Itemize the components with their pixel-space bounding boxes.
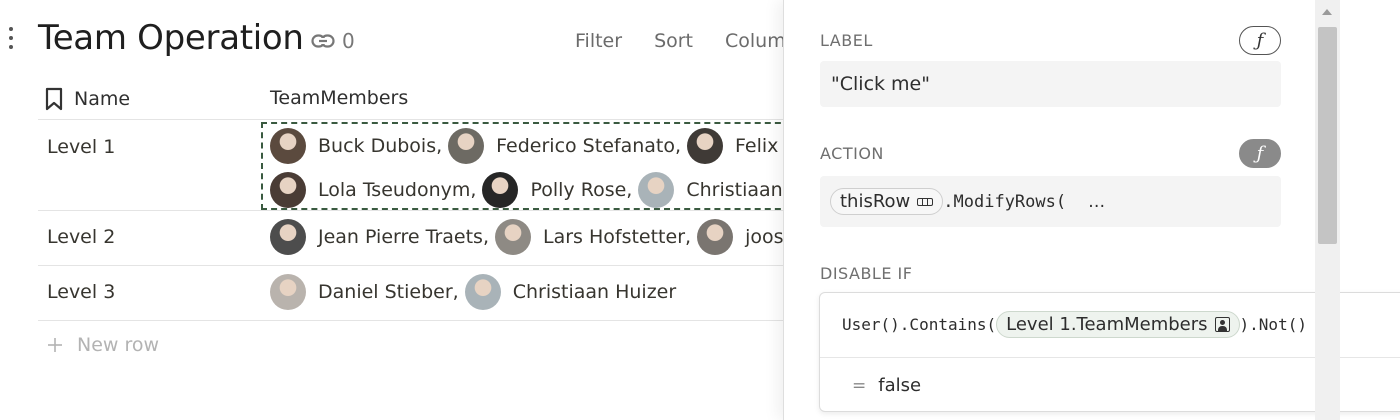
button-properties-panel: LABEL ƒ "Click me" ACTION ƒ thisRow .Mod… xyxy=(783,0,1400,420)
new-row-label: New row xyxy=(77,334,160,356)
row-name-level-1[interactable]: Level 1 xyxy=(47,136,115,158)
row-name-level-3[interactable]: Level 3 xyxy=(47,281,115,303)
column-header-name[interactable]: Name xyxy=(44,87,130,111)
formula-suffix: ).Not() xyxy=(1239,315,1307,334)
label-input[interactable]: "Click me" xyxy=(820,61,1281,107)
formula-prefix: User().Contains( xyxy=(842,315,997,334)
team-members-cell-level-2[interactable]: Jean Pierre Traets, Lars Hofstetter, joo… xyxy=(270,219,790,255)
link-count-value: 0 xyxy=(342,29,355,53)
separator: , xyxy=(685,226,692,248)
disable-if-section-heading: DISABLE IF xyxy=(820,264,913,283)
disable-if-formula-editor[interactable]: User().Contains( Level 1.TeamMembers ).N… xyxy=(819,292,1400,412)
filter-button[interactable]: Filter xyxy=(575,30,622,52)
avatar xyxy=(464,274,501,310)
row-divider xyxy=(38,265,790,266)
scroll-up-arrow-icon[interactable] xyxy=(1322,9,1332,15)
row-icon xyxy=(917,197,934,206)
function-icon: ƒ xyxy=(1256,143,1264,164)
formula-result-value: false xyxy=(878,375,922,396)
person-icon xyxy=(1214,317,1230,332)
team-members-chip[interactable]: Level 1.TeamMembers xyxy=(996,311,1240,338)
action-section-heading: ACTION xyxy=(820,144,884,163)
member-chip[interactable]: Christiaan Huizer xyxy=(464,274,682,310)
header-divider xyxy=(38,119,790,120)
label-formula-toggle[interactable]: ƒ xyxy=(1239,26,1281,55)
sort-button[interactable]: Sort xyxy=(654,30,693,52)
action-ellipsis: … xyxy=(1088,191,1106,212)
separator: , xyxy=(482,226,489,248)
equals-sign: = xyxy=(852,375,867,396)
avatar xyxy=(697,219,734,255)
disable-if-formula[interactable]: User().Contains( Level 1.TeamMembers ).N… xyxy=(842,311,1307,338)
member-chip[interactable]: Jean Pierre Traets, xyxy=(270,219,495,255)
new-row-button[interactable]: New row xyxy=(47,334,159,356)
member-name: Daniel Stieber xyxy=(318,281,453,303)
action-formula-toggle[interactable]: ƒ xyxy=(1239,139,1281,168)
label-input-value: "Click me" xyxy=(831,73,930,95)
formula-result: = false xyxy=(852,375,921,396)
team-members-chip-label: Level 1.TeamMembers xyxy=(1006,314,1208,335)
member-name: Lars Hofstetter xyxy=(542,226,686,248)
formula-result-divider xyxy=(820,357,1400,358)
link-count[interactable]: 0 xyxy=(311,29,355,53)
page-title: Team Operation xyxy=(38,18,304,58)
scrollbar-thumb[interactable] xyxy=(1318,27,1337,244)
row-divider xyxy=(38,210,790,211)
members-line: Jean Pierre Traets, Lars Hofstetter, joo… xyxy=(270,219,790,255)
members-line: Daniel Stieber, Christiaan Huizer xyxy=(270,274,682,310)
plus-icon xyxy=(48,338,62,352)
panel-scrollbar[interactable] xyxy=(1315,0,1340,420)
label-section-heading: LABEL xyxy=(820,31,873,50)
avatar xyxy=(494,219,531,255)
link-icon xyxy=(311,34,335,48)
avatar xyxy=(270,219,306,255)
drag-handle-icon[interactable] xyxy=(6,27,16,49)
this-row-chip-label: thisRow xyxy=(840,191,911,212)
action-formula-input[interactable]: thisRow .ModifyRows( … xyxy=(820,176,1281,227)
team-members-cell-level-3[interactable]: Daniel Stieber, Christiaan Huizer xyxy=(270,274,682,310)
this-row-chip[interactable]: thisRow xyxy=(830,188,944,215)
member-name: Jean Pierre Traets xyxy=(318,226,483,248)
table-view: Team Operation 0 Filter Sort Colum Name … xyxy=(0,0,790,420)
action-code: .ModifyRows( xyxy=(943,191,1067,212)
row-divider xyxy=(38,320,790,321)
column-header-team-members-label: TeamMembers xyxy=(270,87,409,109)
separator: , xyxy=(452,281,459,303)
bookmark-icon xyxy=(45,87,63,111)
column-header-name-label: Name xyxy=(74,88,131,110)
cell-selection-outline xyxy=(261,122,790,210)
member-chip[interactable]: Daniel Stieber, xyxy=(270,274,465,310)
member-name: Christiaan Huizer xyxy=(512,281,677,303)
member-chip[interactable]: joost r xyxy=(697,219,790,255)
function-icon: ƒ xyxy=(1256,30,1264,51)
avatar xyxy=(270,274,306,310)
toolbar: Filter Sort Colum xyxy=(575,30,786,52)
row-name-level-2[interactable]: Level 2 xyxy=(47,226,115,248)
columns-button[interactable]: Colum xyxy=(725,30,786,52)
column-header-team-members[interactable]: TeamMembers xyxy=(270,87,408,109)
member-chip[interactable]: Lars Hofstetter, xyxy=(494,219,697,255)
